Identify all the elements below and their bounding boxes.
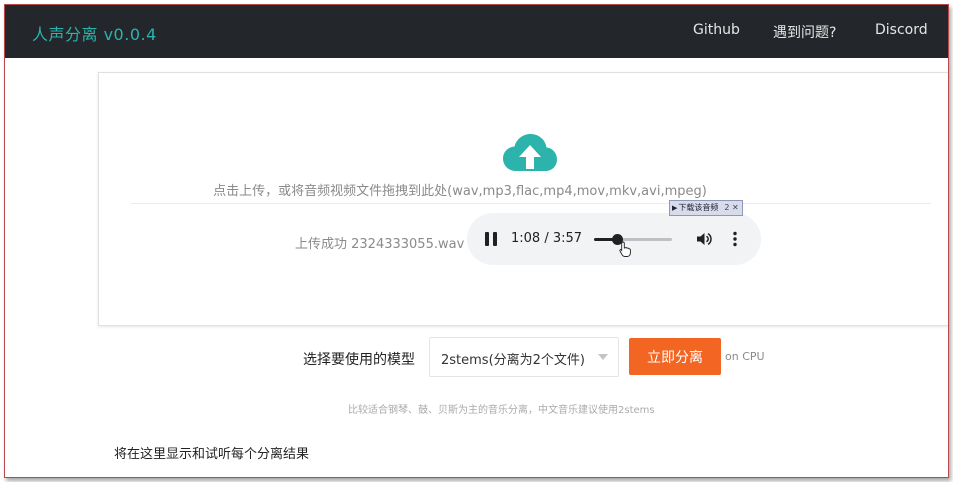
download-audio-overlay[interactable]: ▶下载该音频 2 ✕ [669,200,743,216]
upload-dropzone[interactable]: 点击上传，或将音频视频文件拖拽到此处(wav,mp3,flac,mp4,mov,… [98,72,948,326]
nav-link-discord[interactable]: Discord [875,22,928,38]
app-brand[interactable]: 人声分离 v0.0.4 [32,21,157,45]
more-vert-icon[interactable] [733,231,737,247]
upload-status: 上传成功 2324333055.wav [295,237,465,252]
model-select-value: 2stems(分离为2个文件) [441,353,585,368]
hand-cursor-icon [619,241,631,257]
player-time: 1:08 / 3:57 [511,231,583,246]
separate-now-button[interactable]: 立即分离 [629,338,721,375]
progress-slider[interactable] [594,234,672,245]
pause-icon[interactable] [485,232,497,246]
download-audio-label: 下载该音频 [678,203,719,212]
results-heading: 将在这里显示和试听每个分离结果 [114,447,310,462]
play-icon: ▶ [672,204,678,212]
divider [131,203,931,204]
chevron-down-icon [598,354,608,360]
overlay-close[interactable]: 2 ✕ [724,203,738,212]
nav-link-issues[interactable]: 遇到问题? [773,22,836,42]
model-description: 比较适合钢琴、鼓、贝斯为主的音乐分离，中文音乐建议使用2stems [348,405,655,416]
nav-link-github[interactable]: Github [693,22,740,38]
app-window: 人声分离 v0.0.4 Github 遇到问题? Discord 点击上传，或将… [4,4,949,478]
model-label: 选择要使用的模型 [303,352,415,368]
audio-player[interactable]: 1:08 / 3:57 [467,213,761,265]
upload-hint: 点击上传，或将音频视频文件拖拽到此处(wav,mp3,flac,mp4,mov,… [213,184,707,199]
cloud-upload-icon[interactable] [502,133,558,173]
model-select[interactable]: 2stems(分离为2个文件) [429,337,619,377]
volume-icon[interactable] [696,231,712,247]
top-navbar: 人声分离 v0.0.4 Github 遇到问题? Discord [5,5,948,58]
device-note: on CPU [725,350,765,363]
